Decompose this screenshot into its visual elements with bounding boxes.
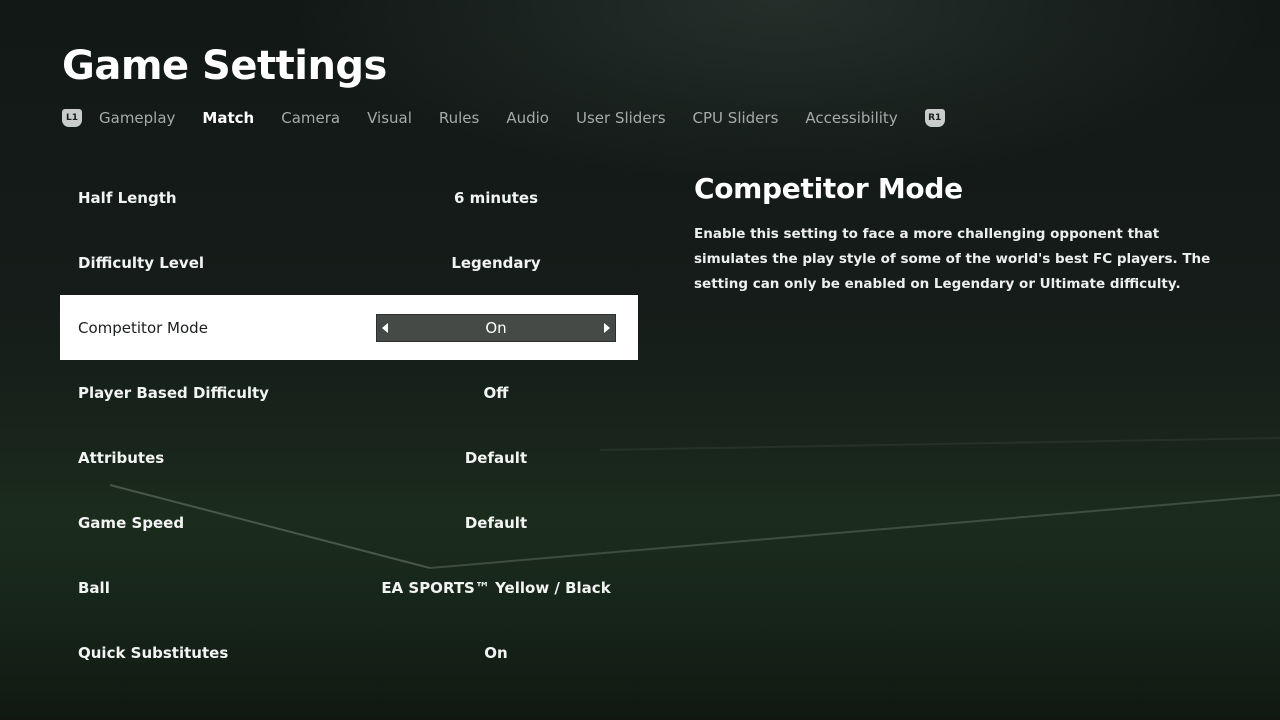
setting-row-half-length[interactable]: Half Length 6 minutes xyxy=(60,165,638,230)
setting-value: Default xyxy=(464,513,528,532)
arrow-left-icon[interactable] xyxy=(382,323,388,333)
arrow-right-icon[interactable] xyxy=(604,323,610,333)
setting-value: Legendary xyxy=(451,253,541,272)
r1-button-icon[interactable]: R1 xyxy=(924,109,945,127)
setting-row-attributes[interactable]: Attributes Default xyxy=(60,425,638,490)
setting-row-quick-substitutes[interactable]: Quick Substitutes On xyxy=(60,620,638,685)
tab-audio[interactable]: Audio xyxy=(506,109,549,127)
setting-label: Player Based Difficulty xyxy=(78,383,269,402)
description-panel: Competitor Mode Enable this setting to f… xyxy=(694,170,1224,297)
setting-row-ball[interactable]: Ball EA SPORTS™ Yellow / Black xyxy=(60,555,638,620)
tab-gameplay[interactable]: Gameplay xyxy=(99,109,175,127)
setting-value: On xyxy=(484,643,508,662)
setting-label: Ball xyxy=(78,578,110,597)
setting-label: Quick Substitutes xyxy=(78,643,229,662)
tab-match[interactable]: Match xyxy=(202,109,254,127)
page-title: Game Settings xyxy=(62,43,387,89)
setting-row-player-based-difficulty[interactable]: Player Based Difficulty Off xyxy=(60,360,638,425)
setting-value: Default xyxy=(464,448,528,467)
tab-visual[interactable]: Visual xyxy=(367,109,412,127)
tab-cpu-sliders[interactable]: CPU Sliders xyxy=(693,109,779,127)
tab-accessibility[interactable]: Accessibility xyxy=(805,109,897,127)
setting-value: EA SPORTS™ Yellow / Black xyxy=(381,578,611,597)
setting-value: 6 minutes xyxy=(453,188,539,207)
setting-label: Game Speed xyxy=(78,513,185,532)
setting-row-difficulty-level[interactable]: Difficulty Level Legendary xyxy=(60,230,638,295)
value-selector[interactable]: On xyxy=(376,314,616,342)
tab-rules[interactable]: Rules xyxy=(439,109,479,127)
tab-camera[interactable]: Camera xyxy=(281,109,340,127)
setting-row-competitor-mode[interactable]: Competitor Mode On xyxy=(60,295,638,360)
l1-button-icon[interactable]: L1 xyxy=(62,109,82,127)
description-text: Enable this setting to face a more chall… xyxy=(694,226,1211,292)
setting-label: Difficulty Level xyxy=(78,253,205,272)
description-title: Competitor Mode xyxy=(694,172,963,205)
setting-value: Off xyxy=(483,383,509,402)
settings-list: Half Length 6 minutes Difficulty Level L… xyxy=(60,165,638,685)
setting-label: Competitor Mode xyxy=(78,318,208,337)
tab-user-sliders[interactable]: User Sliders xyxy=(576,109,666,127)
settings-tabs: L1 Gameplay Match Camera Visual Rules Au… xyxy=(62,106,945,130)
setting-label: Half Length xyxy=(78,188,177,207)
setting-row-game-speed[interactable]: Game Speed Default xyxy=(60,490,638,555)
setting-label: Attributes xyxy=(78,448,165,467)
setting-value: On xyxy=(485,319,507,337)
